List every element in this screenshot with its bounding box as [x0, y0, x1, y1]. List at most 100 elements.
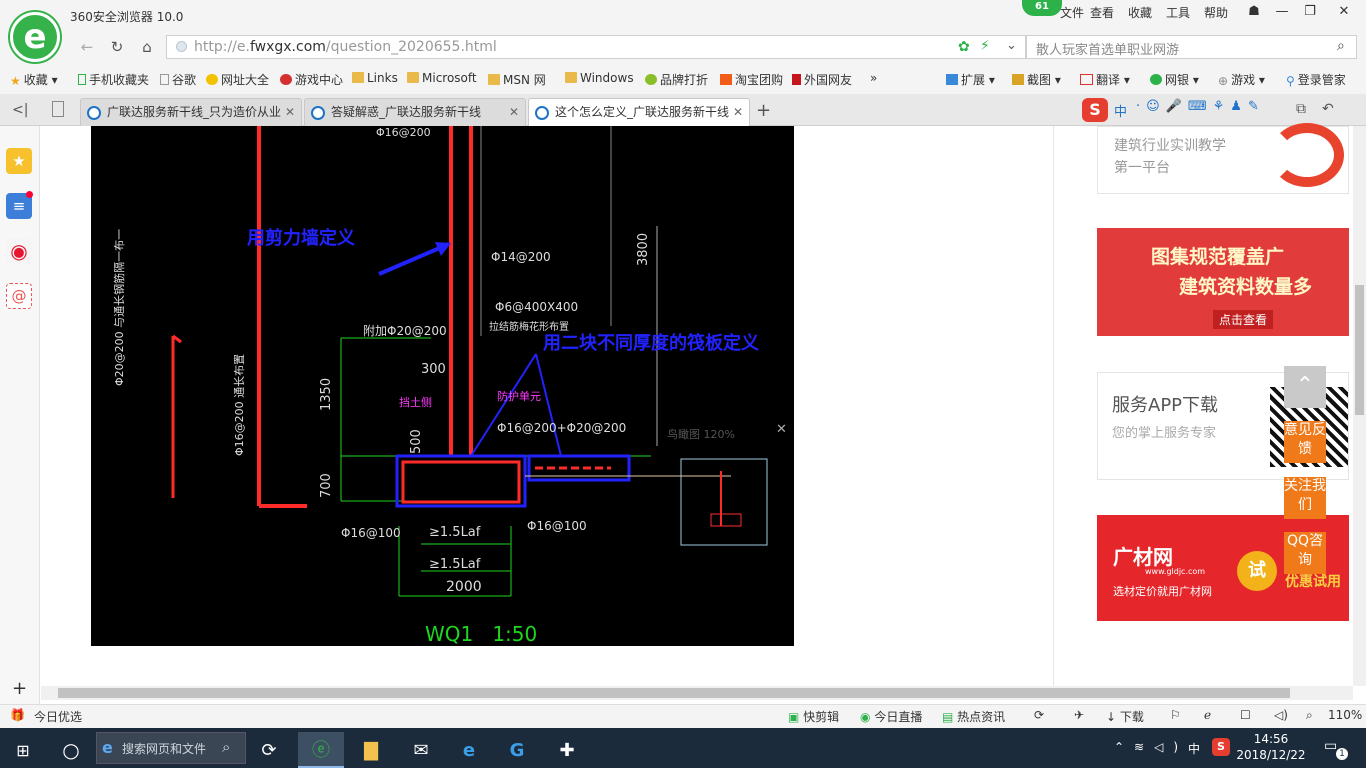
- home-icon[interactable]: ⌂: [136, 37, 158, 57]
- ext-games[interactable]: ⊕ 游戏 ▾: [1218, 71, 1265, 88]
- tray-icons[interactable]: ⌃≋◁): [1114, 740, 1188, 754]
- bookmark-hao[interactable]: 网址大全: [206, 71, 269, 88]
- tab-2[interactable]: 答疑解惑_广联达服务新干线 ✕: [304, 98, 526, 126]
- taskbar-app-360-icon[interactable]: ⓔ: [298, 732, 344, 768]
- more-bookmarks-icon[interactable]: »: [870, 71, 877, 85]
- menu-tools[interactable]: 工具: [1166, 4, 1190, 21]
- speed-mode-icon[interactable]: ⚡: [980, 38, 990, 54]
- ad-gldjc-site: www.gldjc.com: [1145, 567, 1206, 576]
- status-hot-news[interactable]: ▤ 热点资讯: [942, 708, 1005, 725]
- menu-help[interactable]: 帮助: [1204, 4, 1228, 21]
- notification-badge[interactable]: 61: [1022, 0, 1062, 16]
- undo-close-icon[interactable]: ↶: [1322, 101, 1334, 117]
- rebar-label-3: 附加Φ20@200: [363, 324, 447, 338]
- add-sidebar-button[interactable]: +: [12, 678, 27, 699]
- ext-screenshot[interactable]: 截图 ▾: [1012, 71, 1061, 88]
- status-today-picks[interactable]: 今日优选: [34, 708, 82, 725]
- tab-close-icon[interactable]: ✕: [509, 99, 519, 125]
- browser-logo-icon[interactable]: e: [10, 12, 60, 62]
- dropdown-chevron-icon[interactable]: ⌄: [1006, 38, 1017, 53]
- status-window-icon[interactable]: ☐: [1240, 708, 1251, 722]
- ime-lang[interactable]: 中: [1114, 101, 1127, 120]
- menu-favorites[interactable]: 收藏: [1128, 4, 1152, 21]
- ext-translate[interactable]: 翻译 ▾: [1080, 71, 1130, 88]
- bookmark-games[interactable]: 游戏中心: [280, 71, 343, 88]
- taskbar-app-folder-icon[interactable]: ▇: [348, 732, 394, 768]
- bookmark-windows[interactable]: Windows: [565, 71, 634, 85]
- window-tiles-icon[interactable]: ⧉: [1296, 101, 1306, 117]
- follow-us-button[interactable]: 关注我们: [1284, 477, 1326, 519]
- scissors-icon: [1012, 74, 1024, 85]
- status-download[interactable]: ↓ 下载: [1106, 708, 1144, 725]
- ime-tools-icon[interactable]: ·☺🎤⌨⚘♟✎: [1136, 99, 1265, 114]
- phone-tab-icon[interactable]: [52, 101, 64, 117]
- ad-standards-button[interactable]: 点击查看: [1213, 310, 1274, 329]
- taskbar-app-plus-icon[interactable]: ✚: [544, 732, 590, 768]
- taskbar-app-g-icon[interactable]: G: [494, 732, 540, 768]
- url-text[interactable]: http://e.fwxgx.com/question_2020655.html: [194, 39, 497, 55]
- minimize-button[interactable]: —: [1268, 2, 1296, 22]
- bookmark-microsoft[interactable]: Microsoft: [407, 71, 477, 85]
- rebar-label-4: Φ16@200+Φ20@200: [497, 421, 627, 435]
- bookmark-favorites[interactable]: ★ 收藏 ▾: [10, 71, 58, 88]
- search-icon[interactable]: ⌕: [1337, 38, 1345, 54]
- windows-start-icon[interactable]: ⊞: [0, 732, 46, 768]
- bookmark-taobao[interactable]: 淘宝团购: [720, 71, 783, 88]
- restore-button[interactable]: ❐: [1296, 2, 1324, 22]
- bookmark-links[interactable]: Links: [352, 71, 398, 85]
- bookmark-msn[interactable]: MSN 网: [488, 71, 546, 88]
- feedback-button[interactable]: 意见反馈: [1284, 421, 1326, 463]
- close-window-button[interactable]: ✕: [1326, 2, 1362, 22]
- ad-standards[interactable]: 图集规范覆盖广 建筑资料数量多 点击查看: [1097, 228, 1349, 336]
- back-arrow-icon[interactable]: ←: [76, 37, 98, 57]
- back-to-top-icon[interactable]: ⌃: [1284, 366, 1326, 408]
- tray-sogou-icon[interactable]: S: [1212, 738, 1230, 756]
- status-sound-icon[interactable]: ◁): [1274, 708, 1288, 722]
- status-clean-icon[interactable]: ✈: [1074, 708, 1084, 722]
- tab-3[interactable]: 这个怎么定义_广联达服务新干线 ✕: [528, 98, 750, 126]
- reload-icon[interactable]: ↻: [106, 37, 128, 57]
- security-shield-icon[interactable]: ✿: [958, 39, 970, 55]
- weibo-icon[interactable]: ◉: [6, 238, 32, 264]
- bookmark-google[interactable]: 谷歌: [160, 71, 196, 88]
- tab-close-icon[interactable]: ✕: [285, 99, 295, 125]
- status-live[interactable]: ◉ 今日直播: [860, 708, 922, 725]
- ext-extend[interactable]: 扩展 ▾: [946, 71, 995, 88]
- skin-icon[interactable]: ☗: [1240, 2, 1268, 22]
- ext-bank[interactable]: 网银 ▾: [1150, 71, 1199, 88]
- translate-icon: [1080, 74, 1093, 85]
- bookmark-discount[interactable]: 品牌打折: [645, 71, 708, 88]
- bookmark-foreign[interactable]: 外国网友: [792, 71, 852, 88]
- status-flag-icon[interactable]: ⚐: [1170, 708, 1181, 722]
- page-info-icon[interactable]: [176, 41, 187, 52]
- cortana-icon[interactable]: ○: [48, 732, 94, 768]
- new-tab-button[interactable]: +: [756, 100, 771, 121]
- vertical-scroll-thumb[interactable]: [1355, 285, 1364, 415]
- thumbnail-close-icon[interactable]: ✕: [776, 422, 787, 437]
- mail-icon[interactable]: @: [6, 283, 32, 309]
- zoom-icon[interactable]: ⌕: [1306, 708, 1313, 723]
- favorites-star-icon[interactable]: ★: [6, 148, 32, 174]
- qq-consult-button[interactable]: QQ咨询: [1284, 532, 1326, 574]
- ext-manager[interactable]: ⚲ 登录管家: [1286, 71, 1346, 88]
- zoom-level[interactable]: 110%: [1328, 708, 1362, 722]
- taskbar-app-edge-icon[interactable]: e: [446, 732, 492, 768]
- sogou-ime-icon[interactable]: S: [1082, 98, 1108, 122]
- tray-ime[interactable]: 中: [1188, 740, 1200, 757]
- menu-file[interactable]: 文件: [1060, 4, 1084, 21]
- taskbar-app-mail-icon[interactable]: ✉: [398, 732, 444, 768]
- gift-icon[interactable]: 🎁: [10, 708, 25, 722]
- ad-training[interactable]: 建筑行业实训教学第一平台: [1097, 123, 1349, 194]
- status-accelerate-icon[interactable]: ⟳: [1034, 708, 1044, 722]
- status-quick-edit[interactable]: ▣ 快剪辑: [788, 708, 839, 725]
- status-ie-icon[interactable]: ℯ: [1204, 708, 1211, 722]
- horizontal-scroll-thumb[interactable]: [58, 688, 1290, 698]
- taskbar-search-icon: ⌕: [222, 738, 231, 756]
- tab-list-icon[interactable]: <|: [12, 102, 28, 118]
- bookmark-mobile[interactable]: 手机收藏夹: [78, 71, 149, 88]
- menu-view[interactable]: 查看: [1090, 4, 1114, 21]
- taskbar-clock[interactable]: 14:56 2018/12/22: [1236, 731, 1306, 763]
- tab-close-icon[interactable]: ✕: [733, 99, 743, 125]
- tab-1[interactable]: 广联达服务新干线_只为造价从业 ✕: [80, 98, 302, 126]
- taskbar-app-browser-icon[interactable]: ⟳: [246, 732, 292, 768]
